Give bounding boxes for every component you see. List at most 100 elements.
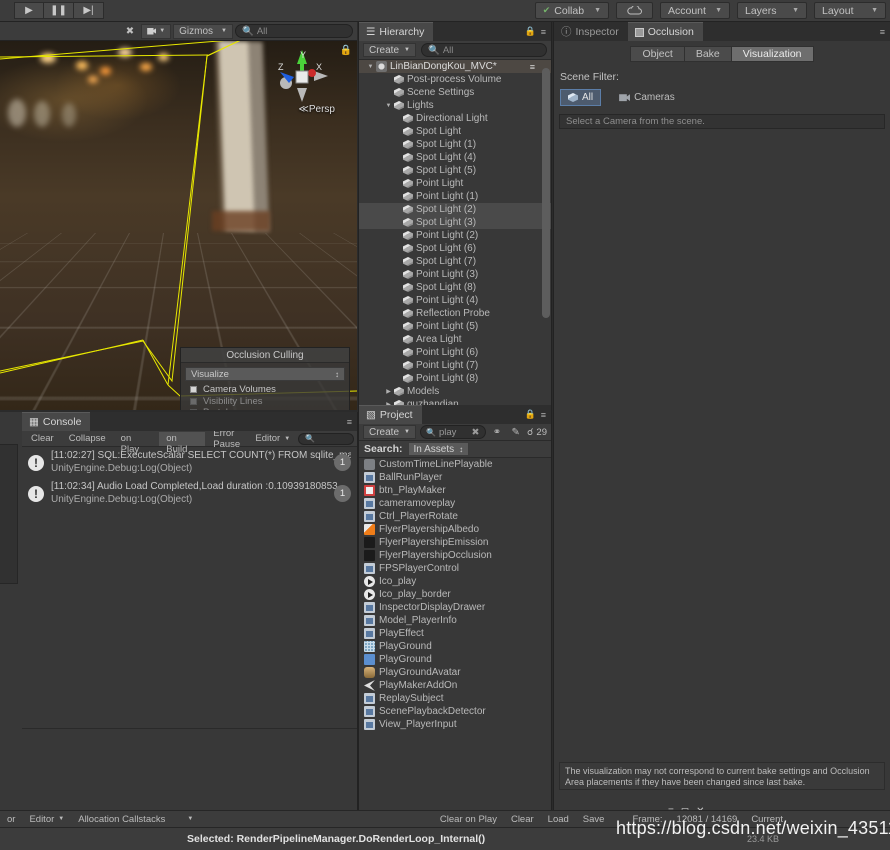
pause-button[interactable]: ❚❚ [44, 2, 74, 19]
project-asset-playground[interactable]: PlayGround [359, 640, 551, 653]
menu-icon[interactable]: ≡ [541, 27, 546, 37]
gizmos-button[interactable]: Gizmos ▼ [173, 23, 233, 39]
project-asset-flyerplayershipemission[interactable]: FlyerPlayershipEmission [359, 536, 551, 549]
clear-icon[interactable]: ✖ [472, 427, 480, 438]
chevron-down-icon[interactable]: ▼ [383, 103, 394, 109]
hierarchy-scene-root[interactable]: ▼ LinBianDongKou_MVC* ≡ [359, 60, 551, 73]
cloud-button[interactable] [616, 2, 653, 19]
scene-orientation-gizmo[interactable]: Y X Z [272, 46, 332, 106]
project-create-button[interactable]: Create ▼ [363, 425, 416, 439]
project-asset-btn-playmaker[interactable]: btn_PlayMaker [359, 484, 551, 497]
hierarchy-item-point-light-6[interactable]: Point Light (6) [359, 346, 551, 359]
hierarchy-item-point-light-1[interactable]: Point Light (1) [359, 190, 551, 203]
project-asset-ico-play-border[interactable]: Ico_play_border [359, 588, 551, 601]
console-clear-button[interactable]: Clear [24, 432, 61, 446]
hierarchy-scrollbar[interactable] [542, 60, 550, 409]
tab-console[interactable]: ▦ Console [22, 412, 91, 431]
scene-projection-label[interactable]: ≪Persp [298, 104, 335, 115]
profiler-clear-button[interactable]: Clear [504, 811, 541, 828]
profiler-editor-dropdown[interactable]: Editor ▼ [22, 811, 71, 828]
layers-button[interactable]: Layers ▼ [737, 2, 807, 19]
scene-search-input[interactable]: 🔍 All [235, 24, 353, 38]
console-editor-dropdown[interactable]: Editor ▼ [248, 432, 297, 446]
profiler-load-button[interactable]: Load [541, 811, 576, 828]
project-asset-playmakeraddon[interactable]: PlayMakerAddOn [359, 679, 551, 692]
hierarchy-item-spot-light-4[interactable]: Spot Light (4) [359, 151, 551, 164]
hierarchy-item-directional-light[interactable]: Directional Light [359, 112, 551, 125]
console-search-input[interactable]: 🔍 [298, 432, 354, 445]
hierarchy-item-point-light-3[interactable]: Point Light (3) [359, 268, 551, 281]
camera-toggle-button[interactable]: ▼ [141, 23, 172, 39]
lock-icon[interactable]: 🔒 [525, 26, 536, 37]
project-asset-model-playerinfo[interactable]: Model_PlayerInfo [359, 614, 551, 627]
console-log-entry[interactable]: ! [11:02:27] SQL:ExecuteScalar SELECT CO… [22, 447, 357, 478]
occlusion-option-camera-volumes[interactable]: Camera Volumes [181, 384, 349, 396]
tab-object[interactable]: Object [630, 46, 685, 62]
project-asset-cameramoveplay[interactable]: cameramoveplay [359, 497, 551, 510]
profiler-save-button[interactable]: Save [576, 811, 612, 828]
hierarchy-item-spot-light-6[interactable]: Spot Light (6) [359, 242, 551, 255]
menu-icon[interactable]: ≡ [347, 417, 352, 427]
chevron-down-icon[interactable]: ▼ [365, 64, 376, 70]
occlusion-option-visibility-lines[interactable]: Visibility Lines [181, 396, 349, 408]
layout-button[interactable]: Layout ▼ [814, 2, 886, 19]
project-asset-playgroundavatar[interactable]: PlayGroundAvatar [359, 666, 551, 679]
project-search-input[interactable]: 🔍 play ✖ [419, 425, 486, 439]
hierarchy-item-point-light-8[interactable]: Point Light (8) [359, 372, 551, 385]
filter-by-type-icon[interactable]: ⚭ [490, 425, 505, 439]
hierarchy-item-point-light-5[interactable]: Point Light (5) [359, 320, 551, 333]
hierarchy-item-point-light-7[interactable]: Point Light (7) [359, 359, 551, 372]
console-log-entry[interactable]: ! [11:02:34] Audio Load Completed,Load d… [22, 478, 357, 509]
hierarchy-search-input[interactable]: 🔍 All [420, 43, 547, 57]
filter-all-button[interactable]: All [560, 89, 602, 106]
tab-inspector[interactable]: ⓘ Inspector [554, 22, 628, 41]
project-asset-playeffect[interactable]: PlayEffect [359, 627, 551, 640]
menu-icon[interactable]: ≡ [541, 410, 546, 420]
hidden-items-count[interactable]: ☌ 29 [527, 425, 547, 439]
project-asset-ballrunplayer[interactable]: BallRunPlayer [359, 471, 551, 484]
console-clear-on-build-toggle[interactable]: Clear on Build [159, 422, 206, 455]
project-asset-sceneplaybackdetector[interactable]: ScenePlaybackDetector [359, 705, 551, 718]
project-asset-ctrl-playerrotate[interactable]: Ctrl_PlayerRotate [359, 510, 551, 523]
occlusion-mode-dropdown[interactable]: Visualize ↕ [185, 367, 345, 381]
tab-visualization[interactable]: Visualization [731, 46, 814, 62]
hierarchy-item-post-process-volume[interactable]: Post-process Volume [359, 73, 551, 86]
hierarchy-item-point-light-4[interactable]: Point Light (4) [359, 294, 551, 307]
profiler-allocation-dropdown[interactable]: Allocation Callstacks ▼ [71, 811, 200, 828]
hierarchy-item-spot-light-1[interactable]: Spot Light (1) [359, 138, 551, 151]
lock-icon[interactable]: 🔒 [525, 409, 536, 420]
project-asset-inspectordisplaydrawer[interactable]: InspectorDisplayDrawer [359, 601, 551, 614]
hierarchy-item-area-light[interactable]: Area Light [359, 333, 551, 346]
hierarchy-item-spot-light-5[interactable]: Spot Light (5) [359, 164, 551, 177]
occlusion-option-portals[interactable]: Portals [181, 407, 349, 410]
project-asset-flyerplayershipalbedo[interactable]: FlyerPlayershipAlbedo [359, 523, 551, 536]
effects-icon[interactable]: ✖ [121, 24, 139, 39]
play-button[interactable]: ▶ [14, 2, 44, 19]
collab-button[interactable]: ✔ Collab ▼ [534, 2, 609, 19]
project-asset-view-playerinput[interactable]: View_PlayerInput [359, 718, 551, 731]
hierarchy-item-scene-settings[interactable]: Scene Settings [359, 86, 551, 99]
tab-project[interactable]: ▧ Project [359, 405, 422, 424]
hierarchy-item-spot-light-2[interactable]: Spot Light (2) [359, 203, 551, 216]
project-asset-customtimelineplayable[interactable]: CustomTimeLinePlayable [359, 458, 551, 471]
hierarchy-item-spot-light-3[interactable]: Spot Light (3) [359, 216, 551, 229]
tab-bake[interactable]: Bake [684, 46, 732, 62]
hierarchy-item-lights[interactable]: ▼ Lights [359, 99, 551, 112]
hierarchy-item-spot-light[interactable]: Spot Light [359, 125, 551, 138]
tab-occlusion[interactable]: Occlusion [627, 22, 703, 41]
search-scope-dropdown[interactable]: In Assets ↕ [407, 442, 470, 456]
hierarchy-item-point-light[interactable]: Point Light [359, 177, 551, 190]
hierarchy-item-spot-light-7[interactable]: Spot Light (7) [359, 255, 551, 268]
step-button[interactable]: ▶| [74, 2, 104, 19]
profiler-clear-on-play-button[interactable]: Clear on Play [433, 811, 504, 828]
filter-cameras-button[interactable]: Cameras [611, 89, 683, 106]
project-asset-fpsplayercontrol[interactable]: FPSPlayerControl [359, 562, 551, 575]
tab-hierarchy[interactable]: ☰ Hierarchy [359, 22, 434, 41]
hierarchy-create-button[interactable]: Create ▼ [363, 43, 416, 57]
console-clear-on-play-toggle[interactable]: Clear on Play [114, 422, 159, 455]
menu-icon[interactable]: ≡ [880, 27, 885, 37]
project-asset-flyerplayershipocclusion[interactable]: FlyerPlayershipOcclusion [359, 549, 551, 562]
lock-icon[interactable]: 🔒 [340, 45, 352, 56]
console-error-pause-toggle[interactable]: Error Pause [206, 428, 247, 450]
hierarchy-item-reflection-probe[interactable]: Reflection Probe [359, 307, 551, 320]
